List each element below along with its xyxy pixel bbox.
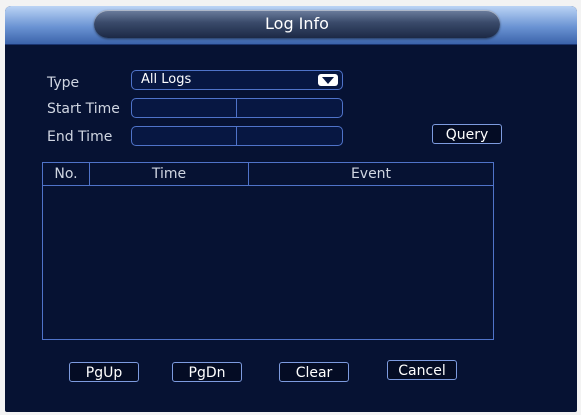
column-header-time: Time: [90, 163, 249, 185]
pgdn-button[interactable]: PgDn: [172, 362, 242, 382]
end-time-label: End Time: [47, 129, 113, 145]
log-info-window: Log Info Type All Logs Start Time End Ti…: [5, 6, 577, 412]
log-table: No. Time Event: [42, 162, 494, 340]
start-time-field[interactable]: [131, 98, 343, 118]
pgup-button[interactable]: PgUp: [69, 362, 139, 382]
type-label: Type: [47, 75, 80, 91]
chevron-down-icon[interactable]: [318, 74, 338, 86]
type-dropdown[interactable]: All Logs: [131, 70, 343, 90]
cancel-button[interactable]: Cancel: [387, 360, 457, 380]
window-header: Log Info: [5, 6, 577, 45]
start-time-label: Start Time: [47, 101, 120, 117]
start-time-divider: [236, 99, 237, 117]
type-dropdown-value: All Logs: [141, 72, 192, 87]
clear-button[interactable]: Clear: [279, 362, 349, 382]
column-header-no: No.: [43, 163, 90, 185]
end-time-divider: [236, 127, 237, 145]
column-header-event: Event: [350, 166, 392, 182]
end-time-field[interactable]: [131, 126, 343, 146]
table-header: No. Time Event: [43, 163, 493, 186]
window-title: Log Info: [94, 10, 500, 38]
query-button[interactable]: Query: [432, 124, 502, 144]
table-body[interactable]: [43, 186, 493, 339]
